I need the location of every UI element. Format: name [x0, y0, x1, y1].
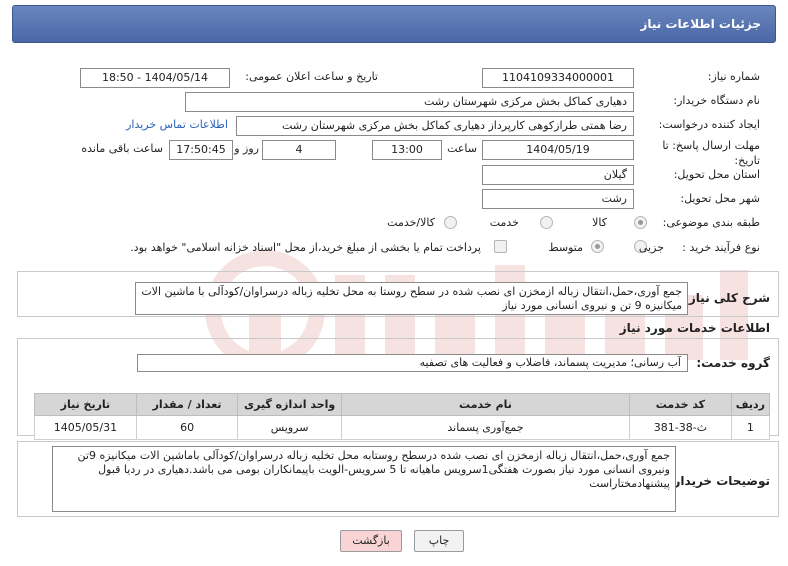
remaining-label: ساعت باقی مانده — [81, 142, 163, 155]
announce-label: تاریخ و ساعت اعلان عمومی: — [245, 70, 378, 83]
days-field: 4 — [262, 140, 336, 160]
province-label: استان محل تحویل: — [673, 168, 760, 181]
col-date: تاریخ نیاز — [34, 393, 137, 416]
remaining-time-field: 17:50:45 — [169, 140, 233, 160]
buyer-notes-label: توضیحات خریدار: — [668, 474, 770, 488]
col-code: کد خدمت — [629, 393, 732, 416]
creator-label: ایجاد کننده درخواست: — [658, 118, 760, 131]
need-number-field: 1104109334000001 — [482, 68, 634, 88]
process-option-medium: متوسط — [548, 241, 583, 254]
deadline-label: مهلت ارسال پاسخ: تا تاریخ: — [662, 139, 760, 167]
process-type-label: نوع فرآیند خرید : — [682, 241, 760, 254]
category-option-goods-service: کالا/خدمت — [387, 216, 435, 229]
table-row: 1 ث-38-381 جمع‌آوری پسماند سرویس 60 1405… — [34, 415, 771, 440]
print-button[interactable]: چاپ — [414, 530, 464, 552]
days-label: روز و — [234, 142, 259, 155]
province-field: گیلان — [482, 165, 634, 185]
need-number-label: شماره نیاز: — [707, 70, 760, 83]
cell-qty: 60 — [135, 415, 239, 440]
deadline-time-label: ساعت — [447, 142, 477, 155]
treasury-payment-checkbox[interactable] — [494, 240, 507, 253]
process-radio-medium[interactable] — [591, 240, 604, 253]
service-group-label: گروه خدمت: — [696, 356, 770, 370]
services-table: ردیف کد خدمت نام خدمت واحد اندازه گیری ت… — [34, 393, 771, 440]
col-index: ردیف — [730, 393, 771, 416]
buyer-contact-link[interactable]: اطلاعات تماس خریدار — [126, 118, 228, 131]
treasury-payment-note: پرداخت تمام یا بخشی از مبلغ خرید،از محل … — [130, 241, 481, 254]
col-unit: واحد اندازه گیری — [237, 393, 342, 416]
buyer-notes-text: جمع آوری،حمل،انتقال زباله ازمخزن ای نصب … — [52, 446, 676, 512]
col-name: نام خدمت — [340, 393, 631, 416]
process-option-minor: جزیی — [638, 241, 664, 254]
category-option-service: خدمت — [489, 216, 519, 229]
services-section-title: اطلاعات خدمات مورد نیاز — [619, 321, 770, 335]
category-radio-goods[interactable] — [634, 216, 647, 229]
table-header-row: ردیف کد خدمت نام خدمت واحد اندازه گیری ت… — [34, 393, 771, 416]
summary-label: شرح کلی نیاز: — [684, 291, 770, 305]
city-field: رشت — [482, 189, 634, 209]
cell-unit: سرویس — [237, 415, 342, 440]
creator-field: رضا همتی طرازکوهی کارپرداز دهیاری کماکل … — [236, 116, 634, 136]
cell-date: 1405/05/31 — [34, 415, 137, 440]
category-option-goods: کالا — [592, 216, 607, 229]
buyer-org-field: دهیاری کماکل بخش مرکزی شهرستان رشت — [185, 92, 634, 112]
cell-index: 1 — [730, 415, 771, 440]
col-qty: تعداد / مقدار — [135, 393, 239, 416]
cell-name: جمع‌آوری پسماند — [340, 415, 631, 440]
cell-code: ث-38-381 — [629, 415, 732, 440]
announce-datetime-field: 1404/05/14 - 18:50 — [80, 68, 230, 88]
summary-text: جمع آوری،حمل،انتقال زباله ازمخزن ای نصب … — [135, 282, 688, 315]
deadline-time-field: 13:00 — [372, 140, 442, 160]
page-header: جزئیات اطلاعات نیاز — [12, 5, 776, 43]
city-label: شهر محل تحویل: — [680, 192, 760, 205]
deadline-date-field: 1404/05/19 — [482, 140, 634, 160]
page-title: جزئیات اطلاعات نیاز — [640, 17, 761, 31]
category-radio-service[interactable] — [540, 216, 553, 229]
back-button[interactable]: بازگشت — [340, 530, 402, 552]
service-group-field: آب رسانی؛ مدیریت پسماند، فاضلاب و فعالیت… — [137, 354, 688, 372]
category-radio-goods-service[interactable] — [444, 216, 457, 229]
buyer-org-label: نام دستگاه خریدار: — [673, 94, 760, 107]
category-label: طبقه بندی موضوعی: — [662, 216, 760, 229]
